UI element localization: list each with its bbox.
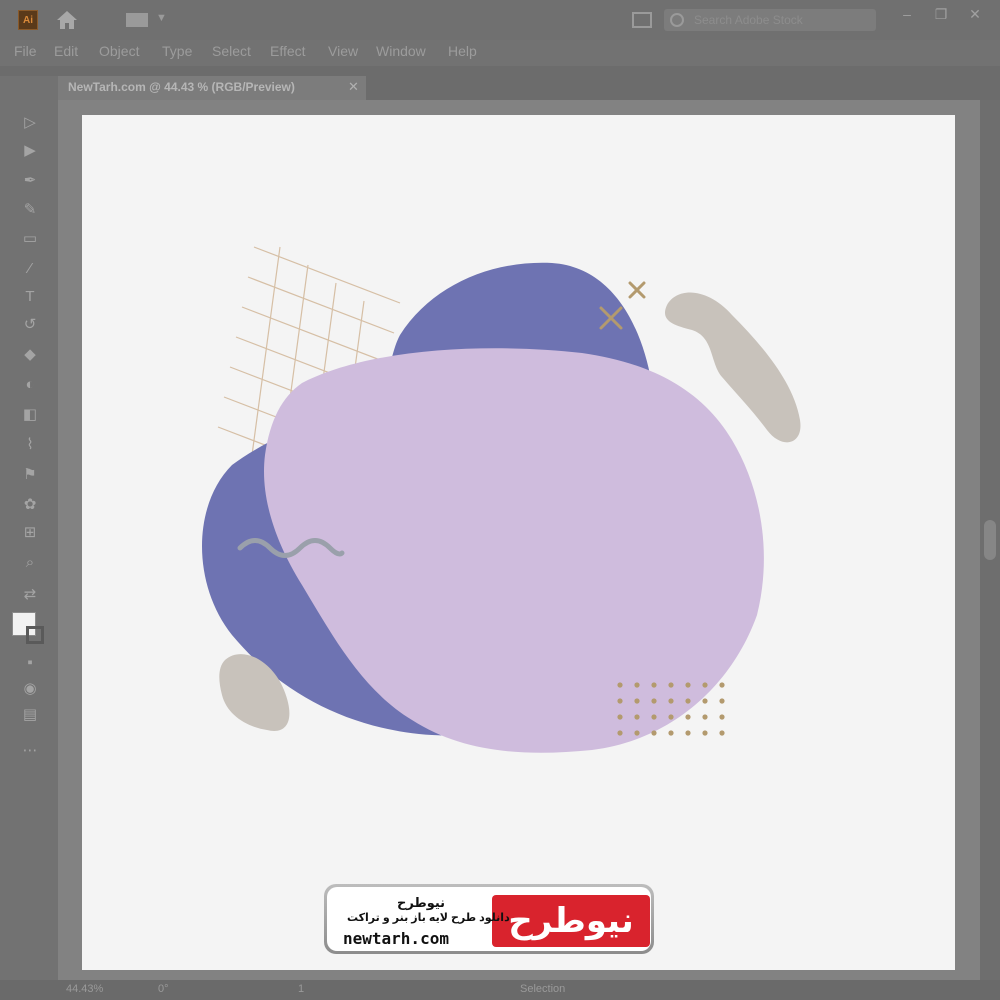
width-icon[interactable]: ◐ bbox=[19, 376, 41, 394]
menu-help[interactable]: Help bbox=[448, 43, 477, 59]
menu-window[interactable]: Window bbox=[376, 43, 426, 59]
app-logo: Ai bbox=[18, 10, 38, 30]
banner-subtitle: دانلود طرح لایه باز بنر و تراکت bbox=[347, 912, 510, 924]
brand-logo: نیوطرح bbox=[492, 895, 650, 947]
artboard-number[interactable]: 1 bbox=[298, 983, 304, 995]
eyedropper-icon[interactable]: ⌇ bbox=[19, 436, 41, 454]
scrollbar-thumb[interactable] bbox=[984, 520, 996, 560]
artwork bbox=[202, 246, 801, 753]
menu-view[interactable]: View bbox=[328, 43, 358, 59]
close-button[interactable]: ✕ bbox=[964, 6, 986, 28]
search-icon bbox=[670, 13, 684, 27]
document-tab-label: NewTarh.com @ 44.43 % (RGB/Preview) bbox=[68, 80, 295, 94]
menu-type[interactable]: Type bbox=[162, 43, 192, 59]
zoom-level[interactable]: 44.43% bbox=[66, 983, 103, 995]
rotate-icon[interactable]: ↺ bbox=[19, 316, 41, 334]
stroke-swatch[interactable] bbox=[26, 626, 44, 644]
title-bar: Ai ▼ Search Adobe Stock – ❐ ✕ bbox=[0, 0, 1000, 40]
tools-panel: ▷ ▶ ✒ ✎ ▭ ⁄ T ↺ ◆ ◐ ◧ ⌇ ⚑ ✿ ⊞ ⌕ ⇄ ▪ ◉ ▤ … bbox=[0, 76, 58, 980]
draw-mode-icon[interactable]: ◉ bbox=[19, 680, 41, 698]
curvature-icon[interactable]: ✎ bbox=[19, 201, 41, 219]
swap-colors-icon[interactable]: ⇄ bbox=[19, 586, 41, 604]
vertical-scrollbar[interactable] bbox=[980, 100, 1000, 980]
minimize-button[interactable]: – bbox=[896, 6, 918, 28]
artboard[interactable] bbox=[82, 115, 955, 970]
eraser-icon[interactable]: ◆ bbox=[19, 346, 41, 364]
banner-url: newtarh.com bbox=[343, 929, 449, 948]
color-mode-icon[interactable]: ▪ bbox=[19, 654, 41, 672]
watermark-inner: نیوطرح نیوطرح دانلود طرح لایه باز بنر و … bbox=[327, 887, 651, 951]
brush-icon[interactable]: ⁄ bbox=[19, 260, 41, 278]
home-icon[interactable] bbox=[56, 10, 78, 30]
workspace-layout-icon[interactable] bbox=[126, 13, 148, 27]
banner-title: نیوطرح bbox=[397, 895, 446, 910]
chevron-down-icon[interactable]: ▼ bbox=[156, 12, 167, 24]
selection-icon[interactable]: ▶ bbox=[19, 142, 41, 160]
artboard-icon[interactable]: ⊞ bbox=[19, 524, 41, 542]
symbol-icon[interactable]: ✿ bbox=[19, 496, 41, 514]
menu-effect[interactable]: Effect bbox=[270, 43, 306, 59]
pen-icon[interactable]: ✒ bbox=[19, 172, 41, 190]
search-input[interactable]: Search Adobe Stock bbox=[694, 13, 803, 27]
arrange-documents-icon[interactable] bbox=[632, 12, 652, 28]
more-tools-icon[interactable]: ⋯ bbox=[19, 742, 41, 760]
document-tab-bar: NewTarh.com @ 44.43 % (RGB/Preview) ✕ bbox=[58, 76, 1000, 100]
menu-bar: File Edit Object Type Select Effect View… bbox=[0, 40, 1000, 66]
search-box[interactable]: Search Adobe Stock bbox=[664, 9, 876, 31]
watermark-banner: نیوطرح نیوطرح دانلود طرح لایه باز بنر و … bbox=[324, 884, 654, 954]
screen-mode-icon[interactable]: ▤ bbox=[19, 706, 41, 724]
rotation-value[interactable]: 0° bbox=[158, 983, 169, 995]
shape-builder-icon[interactable]: ◧ bbox=[19, 406, 41, 424]
current-tool-label: Selection bbox=[520, 983, 566, 995]
type-icon[interactable]: T bbox=[19, 288, 41, 306]
blend-icon[interactable]: ⚑ bbox=[19, 466, 41, 484]
zoom-icon[interactable]: ⌕ bbox=[19, 554, 41, 572]
status-bar: 44.43% 0° 1 Selection bbox=[0, 980, 1000, 1000]
rectangle-icon[interactable]: ▭ bbox=[19, 230, 41, 248]
menu-select[interactable]: Select bbox=[212, 43, 251, 59]
control-strip bbox=[0, 66, 1000, 76]
close-icon[interactable]: ✕ bbox=[348, 79, 359, 95]
document-tab[interactable]: NewTarh.com @ 44.43 % (RGB/Preview) ✕ bbox=[58, 76, 366, 100]
direct-select-icon[interactable]: ▷ bbox=[19, 114, 41, 132]
restore-button[interactable]: ❐ bbox=[930, 6, 952, 28]
menu-edit[interactable]: Edit bbox=[54, 43, 78, 59]
menu-file[interactable]: File bbox=[14, 43, 37, 59]
menu-object[interactable]: Object bbox=[99, 43, 139, 59]
